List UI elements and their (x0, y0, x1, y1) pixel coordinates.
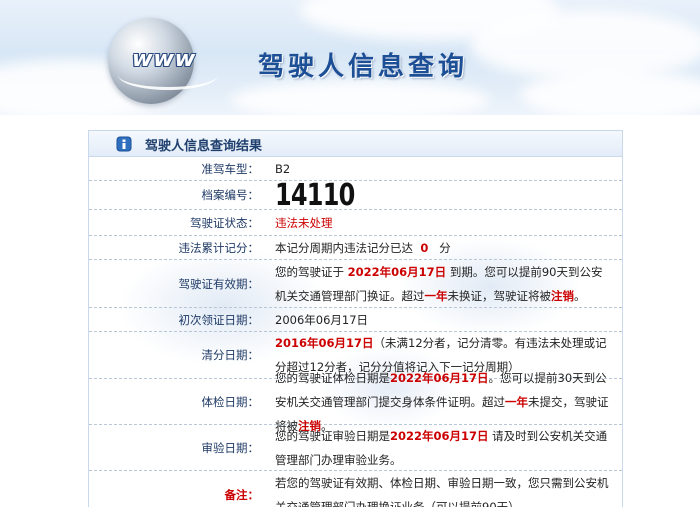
license-status-label: 驾驶证状态： (190, 215, 259, 230)
info-icon (116, 136, 132, 152)
license-status-value: 违法未处理 (275, 215, 333, 230)
validity-text-1: 您的驾驶证于 (275, 264, 344, 279)
remark-text: 若您的驾驶证有效期、体检日期、审验日期一致，您只需到公安机关交通管理部门办理换证… (275, 476, 609, 507)
remark-label: 备注： (224, 488, 260, 502)
first-issue-value: 2006年06月17日 (275, 312, 369, 327)
clear-date-label: 清分日期： (201, 348, 260, 362)
row-vehicle-class: 准驾车型： B2 (89, 157, 622, 181)
row-audit: 审验日期： 您的驾驶证审验日期是2022年06月17日 请及时到公安机关交通管理… (89, 425, 622, 471)
globe-www-text: www (129, 47, 199, 72)
archive-no-cell: 14110 (275, 178, 612, 213)
remark-value: 若您的驾驶证有效期、体检日期、审验日期一致，您只需到公安机关交通管理部门办理换证… (275, 471, 612, 507)
row-first-issue: 初次领证日期： 2006年06月17日 (89, 308, 622, 332)
first-issue-label: 初次领证日期： (178, 312, 260, 327)
row-points: 违法累计记分： 本记分周期内违法记分已达 0 分 (89, 236, 622, 260)
medical-year: 一年 (505, 394, 528, 409)
medical-value: 您的驾驶证体检日期是2022年06月17日。您可以提前30天到公安机关交通管理部… (275, 371, 612, 433)
vehicle-class-label: 准驾车型： (201, 161, 260, 176)
validity-value: 您的驾驶证于 2022年06月17日 到期。您可以提前90天到公安机关交通管理部… (275, 260, 612, 307)
result-panel: 驾驶人信息查询结果 准驾车型： B2 档案编号： 14110 驾驶证状态： 违法… (88, 130, 623, 507)
validity-year: 一年 (424, 288, 448, 303)
row-validity: 驾驶证有效期： 您的驾驶证于 2022年06月17日 到期。您可以提前90天到公… (89, 260, 622, 308)
validity-date: 2022年06月17日 (347, 264, 447, 279)
row-license-status: 驾驶证状态： 违法未处理 (89, 210, 622, 236)
panel-header: 驾驶人信息查询结果 (89, 131, 622, 157)
validity-label: 驾驶证有效期： (178, 276, 260, 291)
info-table: 准驾车型： B2 档案编号： 14110 驾驶证状态： 违法未处理 违法累计记分… (89, 157, 622, 507)
validity-text-3: 未换证，驾驶证将被 (447, 288, 552, 303)
points-value: 本记分周期内违法记分已达 0 分 (275, 236, 612, 259)
audit-text-1: 您的驾驶证审验日期是 (275, 428, 390, 443)
row-remark: 备注： 若您的驾驶证有效期、体检日期、审验日期一致，您只需到公安机关交通管理部门… (89, 471, 622, 507)
audit-date: 2022年06月17日 (390, 428, 489, 443)
archive-no-label: 档案编号： (201, 188, 260, 202)
validity-cancel: 注销 (551, 288, 574, 303)
audit-label: 审验日期： (201, 440, 260, 455)
points-unit: 分 (439, 240, 451, 255)
points-number: 0 (420, 240, 429, 255)
points-label: 违法累计记分： (178, 240, 260, 255)
points-pre-text: 本记分周期内违法记分已达 (275, 240, 413, 255)
medical-date: 2022年06月17日 (390, 370, 489, 385)
page-title: 驾驶人信息查询 (258, 52, 469, 82)
medical-text-1: 您的驾驶证体检日期是 (275, 370, 390, 385)
archive-no-value: 14110 (275, 177, 355, 213)
row-medical: 体检日期： 您的驾驶证体检日期是2022年06月17日。您可以提前30天到公安机… (89, 371, 622, 433)
audit-value: 您的驾驶证审验日期是2022年06月17日 请及时到公安机关交通管理部门办理审验… (275, 425, 612, 470)
panel-title: 驾驶人信息查询结果 (145, 139, 263, 154)
clear-date-date: 2016年06月17日 (275, 336, 374, 350)
validity-text-4: 。 (574, 288, 586, 303)
medical-label: 体检日期： (201, 394, 260, 409)
header-banner: www 驾驶人信息查询 (0, 0, 700, 115)
row-archive-no: 档案编号： 14110 (89, 178, 622, 213)
